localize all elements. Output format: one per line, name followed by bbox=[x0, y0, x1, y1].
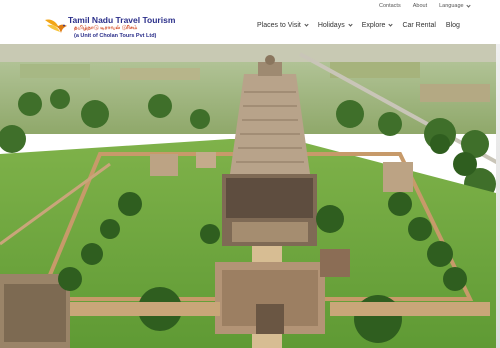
nav-places-label: Places to Visit bbox=[257, 22, 301, 29]
brand-title[interactable]: Tamil Nadu Travel Tourism bbox=[68, 15, 175, 25]
page: Tamil Nadu Travel Tourism தமிழ்நாடு டிரா… bbox=[0, 0, 500, 348]
nav-blog-label: Blog bbox=[445, 22, 460, 29]
nav-explore-label: Explore bbox=[361, 22, 386, 29]
language-label: Language bbox=[439, 3, 464, 9]
contacts-link[interactable]: Contacts bbox=[379, 3, 401, 9]
brand-tamil-name: தமிழ்நாடு டிராவல் டூரிசம் bbox=[74, 25, 138, 31]
nav-blog[interactable]: Blog bbox=[446, 22, 460, 29]
nav-car-rental-label: Car Rental bbox=[402, 22, 436, 29]
nav-holidays-label: Holidays bbox=[317, 22, 345, 29]
top-utility-bar: Contacts About Language bbox=[379, 2, 471, 9]
site-header: Tamil Nadu Travel Tourism தமிழ்நாடு டிரா… bbox=[0, 0, 500, 44]
hero-image-temple-aerial bbox=[0, 44, 500, 348]
chevron-down-icon bbox=[304, 22, 309, 27]
bird-logo-icon[interactable] bbox=[43, 14, 69, 40]
chevron-down-icon bbox=[465, 2, 471, 8]
nav-explore[interactable]: Explore bbox=[361, 22, 394, 29]
nav-car-rental[interactable]: Car Rental bbox=[402, 22, 435, 29]
main-navigation: Places to Visit Holidays Explore Car Ren… bbox=[257, 22, 460, 29]
chevron-down-icon bbox=[388, 22, 394, 27]
brand-subtitle: (a Unit of Cholan Tours Pvt Ltd) bbox=[74, 33, 157, 39]
nav-places-to-visit[interactable]: Places to Visit bbox=[257, 22, 309, 29]
page-scrollbar[interactable] bbox=[496, 44, 500, 348]
about-link[interactable]: About bbox=[413, 3, 427, 9]
temple-aerial-illustration bbox=[0, 44, 500, 348]
language-selector[interactable]: Language bbox=[439, 2, 471, 9]
nav-holidays[interactable]: Holidays bbox=[317, 22, 353, 29]
chevron-down-icon bbox=[348, 22, 353, 27]
